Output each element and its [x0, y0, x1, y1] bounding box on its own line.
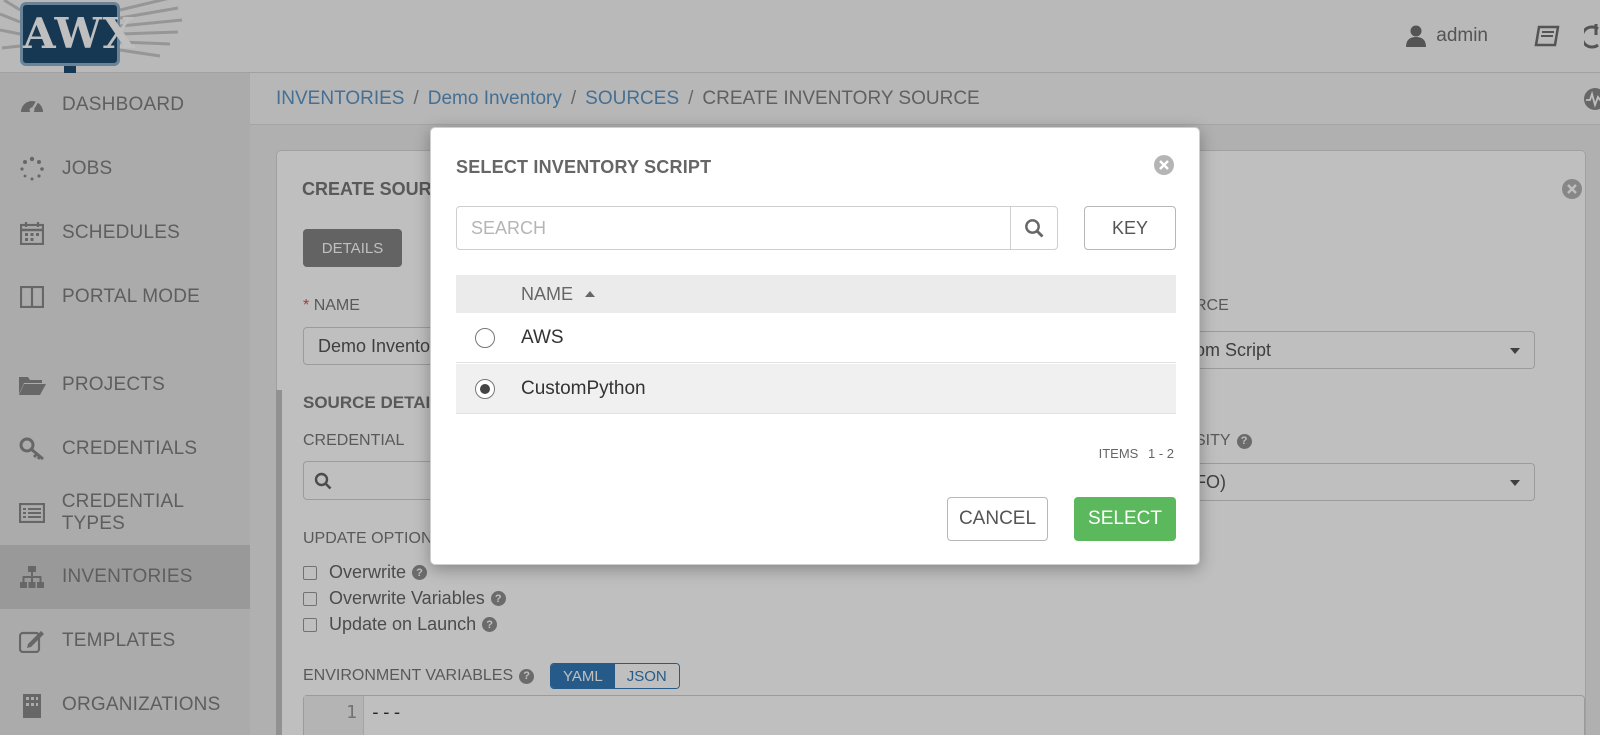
items-range: 1 - 2: [1147, 446, 1174, 461]
modal-close-button[interactable]: [1153, 154, 1175, 181]
key-button[interactable]: KEY: [1084, 206, 1176, 250]
select-button[interactable]: SELECT: [1074, 497, 1176, 541]
list-item-custompython[interactable]: CustomPython: [456, 364, 1176, 414]
sort-ascending-icon: [585, 291, 596, 297]
search-input[interactable]: [456, 206, 1011, 250]
list-item-aws[interactable]: AWS: [456, 313, 1176, 363]
items-count: ITEMS 1 - 2: [1099, 446, 1174, 461]
script-name: AWS: [521, 326, 564, 348]
close-circle-icon: [1154, 155, 1174, 175]
name-column-header[interactable]: NAME: [456, 275, 1176, 313]
cancel-button[interactable]: CANCEL: [947, 497, 1048, 541]
search-icon: [1025, 219, 1044, 238]
radio-selected-dot: [480, 383, 490, 394]
modal-title: SELECT INVENTORY SCRIPT: [456, 157, 712, 177]
script-name: CustomPython: [521, 377, 646, 399]
items-label: ITEMS: [1098, 446, 1139, 461]
radio-custompython[interactable]: [475, 378, 495, 399]
column-label: NAME: [521, 283, 574, 304]
select-inventory-script-modal: SELECT INVENTORY SCRIPT KEY NAME AWS Cus…: [430, 127, 1200, 565]
radio-aws[interactable]: [475, 327, 495, 348]
search-button[interactable]: [1010, 206, 1058, 250]
